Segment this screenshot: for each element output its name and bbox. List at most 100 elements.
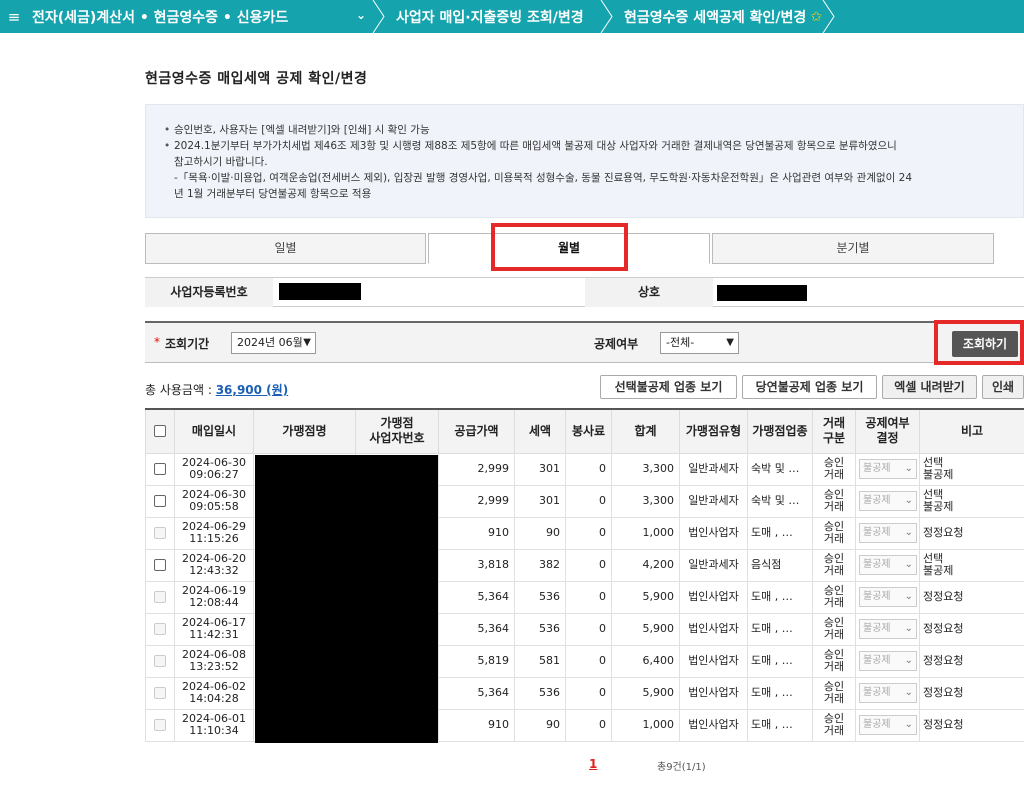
trade-type-line2: 거래 (823, 724, 845, 737)
purchase-datetime: 2024-06-29 11:15:26 (174, 516, 254, 550)
trade-type: 승인 거래 (812, 548, 856, 582)
service-charge: 0 (565, 452, 612, 486)
notice-item-continued: 참고하시기 바랍니다. (174, 156, 268, 168)
tab-quarterly[interactable]: 분기별 (712, 233, 994, 264)
service-charge: 0 (565, 484, 612, 518)
select-all-checkbox[interactable] (154, 425, 166, 438)
merchant-type: 법인사업자 (679, 516, 748, 550)
breadcrumb-separator-icon (372, 0, 386, 33)
deduction-decision-value: 불공제 (863, 463, 891, 474)
purchase-time: 14:04:28 (189, 692, 239, 705)
note: 정정요청 (919, 644, 1024, 678)
deduction-select[interactable]: -전체- ▼ (660, 332, 739, 354)
row-checkbox[interactable] (154, 463, 166, 475)
row-checkbox[interactable] (154, 559, 166, 571)
note-line1: 정정요청 (923, 686, 964, 699)
notice-sub-item-continued: 년 1월 거래분부터 당연불공제 항목으로 적용 (174, 188, 372, 200)
supply-amount: 3,818 (438, 548, 515, 582)
deduction-decision: 불공제 ⌄ (855, 612, 920, 646)
supply-amount: 5,364 (438, 580, 515, 614)
column-header: 비고 (919, 408, 1024, 454)
chevron-down-icon: ⌄ (904, 719, 913, 730)
purchase-datetime: 2024-06-20 12:43:32 (174, 548, 254, 582)
supply-amount: 2,999 (438, 452, 515, 486)
deduction-decision: 불공제 ⌄ (855, 708, 920, 742)
merchant-type: 일반과세자 (679, 548, 748, 582)
row-select-cell[interactable] (145, 548, 175, 582)
deduction-decision-value: 불공제 (863, 527, 891, 538)
service-charge: 0 (565, 548, 612, 582)
row-select-cell[interactable] (145, 484, 175, 518)
deduction-decision-value: 불공제 (863, 687, 891, 698)
merchant-type: 법인사업자 (679, 612, 748, 646)
deduction-label: 공제여부 (594, 337, 639, 351)
note-line2: 불공제 (923, 468, 954, 481)
merchant-type: 일반과세자 (679, 452, 748, 486)
page-link-current[interactable]: 1 (589, 757, 597, 771)
purchase-time: 12:08:44 (189, 596, 239, 609)
deduction-decision: 불공제 ⌄ (855, 484, 920, 518)
purchase-datetime: 2024-06-17 11:42:31 (174, 612, 254, 646)
note-line2: 불공제 (923, 564, 954, 577)
print-button[interactable]: 인쇄 (982, 375, 1024, 399)
merchant-industry: 도매 , … (747, 516, 813, 550)
optional-nondeductible-view-button[interactable]: 선택불공제 업종 보기 (600, 375, 737, 399)
row-checkbox (154, 687, 166, 699)
deduction-decision-select: 불공제 ⌄ (859, 715, 917, 735)
deduction-decision: 불공제 ⌄ (855, 676, 920, 710)
excel-download-button[interactable]: 엑셀 내려받기 (882, 375, 977, 399)
tax-amount: 301 (514, 484, 566, 518)
trade-type: 승인 거래 (812, 676, 856, 710)
notice-item: 2024.1분기부터 부가가치세법 제46조 제3항 및 시행령 제88조 제5… (164, 138, 1023, 154)
column-header: 가맹점유형 (679, 408, 748, 454)
period-select[interactable]: 2024년 06월 ▼ (231, 332, 316, 354)
breadcrumb-section[interactable]: 사업자 매입·지출증빙 조회/변경 (386, 0, 600, 33)
column-header: 봉사료 (565, 408, 612, 454)
breadcrumb-section-label: 사업자 매입·지출증빙 조회/변경 (396, 9, 584, 26)
purchase-time: 11:10:34 (189, 724, 239, 737)
supply-amount: 5,364 (438, 676, 515, 710)
trade-type-line2: 거래 (823, 468, 845, 481)
trade-type: 승인 거래 (812, 708, 856, 742)
chevron-down-icon: ⌄ (904, 495, 913, 506)
row-checkbox[interactable] (154, 495, 166, 507)
merchant-industry: 숙박 및 … (747, 452, 813, 486)
total-amount-cell: 3,300 (611, 452, 680, 486)
select-all-header[interactable] (145, 408, 175, 454)
chevron-down-icon[interactable]: ⌄ (356, 8, 366, 22)
trade-type: 승인 거래 (812, 580, 856, 614)
merchant-type: 법인사업자 (679, 708, 748, 742)
automatic-nondeductible-view-button[interactable]: 당연불공제 업종 보기 (742, 375, 877, 399)
note-line2: 불공제 (923, 500, 954, 513)
menu-icon[interactable]: ≡ (0, 8, 28, 26)
breadcrumb-category[interactable]: 전자(세금)계산서 • 현금영수증 • 신용카드 ⌄ (28, 0, 372, 33)
required-mark: * (154, 335, 160, 349)
period-select-value: 2024년 06월 (237, 336, 303, 349)
deduction-decision-select: 불공제 ⌄ (859, 491, 917, 511)
trade-type: 승인 거래 (812, 484, 856, 518)
period-label: 조회기간 (165, 337, 210, 351)
merchant-industry: 숙박 및 … (747, 484, 813, 518)
purchase-time: 11:15:26 (189, 532, 239, 545)
total-amount-label: 총 사용금액 : (145, 383, 216, 397)
column-header: 공급가액 (438, 408, 515, 454)
tab-daily[interactable]: 일별 (145, 233, 426, 264)
service-charge: 0 (565, 612, 612, 646)
deduction-decision-select: 불공제 ⌄ (859, 651, 917, 671)
supply-amount: 910 (438, 516, 515, 550)
tax-amount: 536 (514, 580, 566, 614)
business-number-label: 사업자등록번호 (145, 278, 273, 307)
notice-box: 승인번호, 사용자는 [엑셀 내려받기]와 [인쇄] 시 확인 가능 2024.… (145, 104, 1024, 218)
highlight-search-button (934, 320, 1024, 365)
row-select-cell[interactable] (145, 452, 175, 486)
trade-type-line2: 거래 (823, 596, 845, 609)
deduction-decision-value: 불공제 (863, 719, 891, 730)
page-count-info: 총9건(1/1) (657, 762, 706, 773)
breadcrumb-category-label: 전자(세금)계산서 • 현금영수증 • 신용카드 (32, 9, 289, 26)
favorite-star-icon[interactable]: ✩ (810, 9, 822, 25)
deduction-decision-select: 불공제 ⌄ (859, 619, 917, 639)
total-amount-link[interactable]: 36,900 (원) (216, 383, 289, 397)
note: 정정요청 (919, 516, 1024, 550)
note: 정정요청 (919, 708, 1024, 742)
deduction-decision-value: 불공제 (863, 559, 891, 570)
